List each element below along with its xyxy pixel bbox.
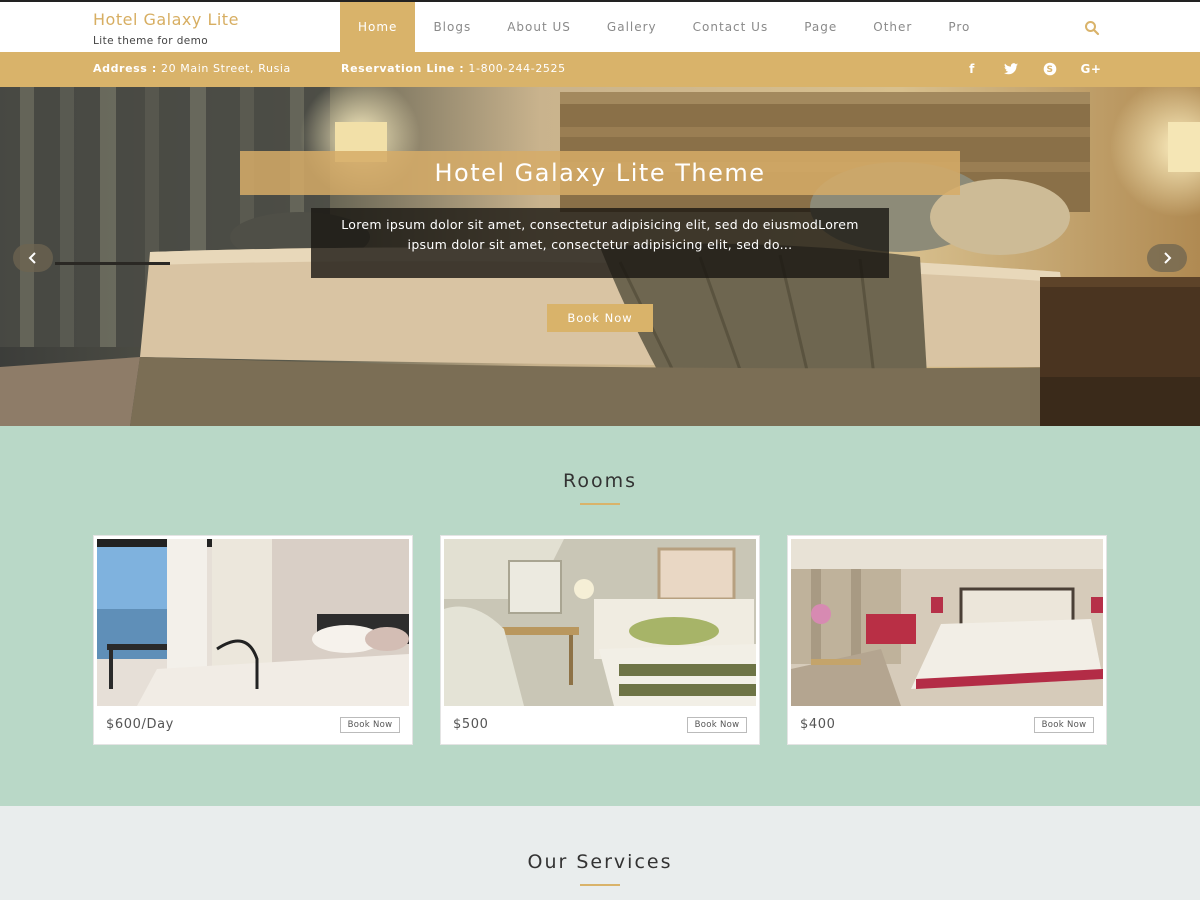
hero-description: Lorem ipsum dolor sit amet, consectetur … (341, 217, 859, 252)
hero-title-box: Hotel Galaxy Lite Theme (240, 151, 960, 195)
svg-text:S: S (1046, 65, 1053, 75)
chevron-left-icon (28, 252, 36, 264)
room-photo[interactable] (97, 539, 409, 706)
room-card: $400 Book Now (787, 535, 1107, 745)
services-section: Our Services (0, 806, 1200, 900)
site-brand[interactable]: Hotel Galaxy Lite Lite theme for demo (93, 10, 239, 47)
address-value: 20 Main Street, Rusia (160, 62, 291, 75)
room-card: $500 Book Now (440, 535, 760, 745)
room-book-now-button[interactable]: Book Now (340, 717, 400, 733)
chevron-right-icon (1164, 252, 1172, 264)
hero-title: Hotel Galaxy Lite Theme (434, 159, 766, 187)
google-plus-icon[interactable]: G+ (1080, 61, 1102, 77)
nav-item-blogs[interactable]: Blogs (415, 2, 489, 52)
search-icon[interactable] (1084, 20, 1100, 36)
nav-item-about-us[interactable]: About US (489, 2, 589, 52)
room-price: $400 (800, 717, 836, 732)
twitter-icon[interactable] (1002, 61, 1020, 77)
services-title: Our Services (527, 851, 673, 873)
nav-item-contact-us[interactable]: Contact Us (675, 2, 787, 52)
site-title[interactable]: Hotel Galaxy Lite (93, 10, 239, 29)
services-title-underline (580, 884, 620, 886)
nav-item-page[interactable]: Page (786, 2, 855, 52)
hero-slider: Hotel Galaxy Lite Theme Lorem ipsum dolo… (0, 87, 1200, 426)
info-bar: Address : 20 Main Street, Rusia Reservat… (0, 52, 1200, 87)
hero-description-box: Lorem ipsum dolor sit amet, consectetur … (311, 208, 889, 278)
rooms-title-underline (580, 503, 620, 505)
room-photo[interactable] (444, 539, 756, 706)
facebook-icon[interactable]: f (963, 61, 981, 77)
room-book-now-button[interactable]: Book Now (1034, 717, 1094, 733)
room-price: $500 (453, 717, 489, 732)
nav-item-other[interactable]: Other (855, 2, 930, 52)
room-price: $600/Day (106, 717, 174, 732)
room-card: $600/Day Book Now (93, 535, 413, 745)
main-nav: Home Blogs About US Gallery Contact Us P… (340, 2, 988, 52)
room-photo[interactable] (791, 539, 1103, 706)
reservation-info: Reservation Line : 1-800-244-2525 (341, 62, 566, 75)
rooms-section: Rooms $600/Day Book Now $500 Book Now $4… (0, 426, 1200, 806)
rooms-title: Rooms (562, 470, 637, 492)
skype-icon[interactable]: S (1041, 61, 1059, 77)
room-book-now-button[interactable]: Book Now (687, 717, 747, 733)
nav-item-pro[interactable]: Pro (930, 2, 988, 52)
slider-prev-button[interactable] (13, 244, 53, 272)
site-tagline: Lite theme for demo (93, 35, 209, 47)
slider-next-button[interactable] (1147, 244, 1187, 272)
reservation-value[interactable]: 1-800-244-2525 (468, 62, 565, 75)
nav-item-home[interactable]: Home (340, 2, 416, 52)
hero-book-now-button[interactable]: Book Now (547, 304, 653, 332)
address-info: Address : 20 Main Street, Rusia (93, 62, 291, 75)
reservation-label: Reservation Line : (341, 62, 465, 75)
address-label: Address : (93, 62, 157, 75)
nav-item-gallery[interactable]: Gallery (589, 2, 675, 52)
top-header: Hotel Galaxy Lite Lite theme for demo Ho… (0, 0, 1200, 52)
